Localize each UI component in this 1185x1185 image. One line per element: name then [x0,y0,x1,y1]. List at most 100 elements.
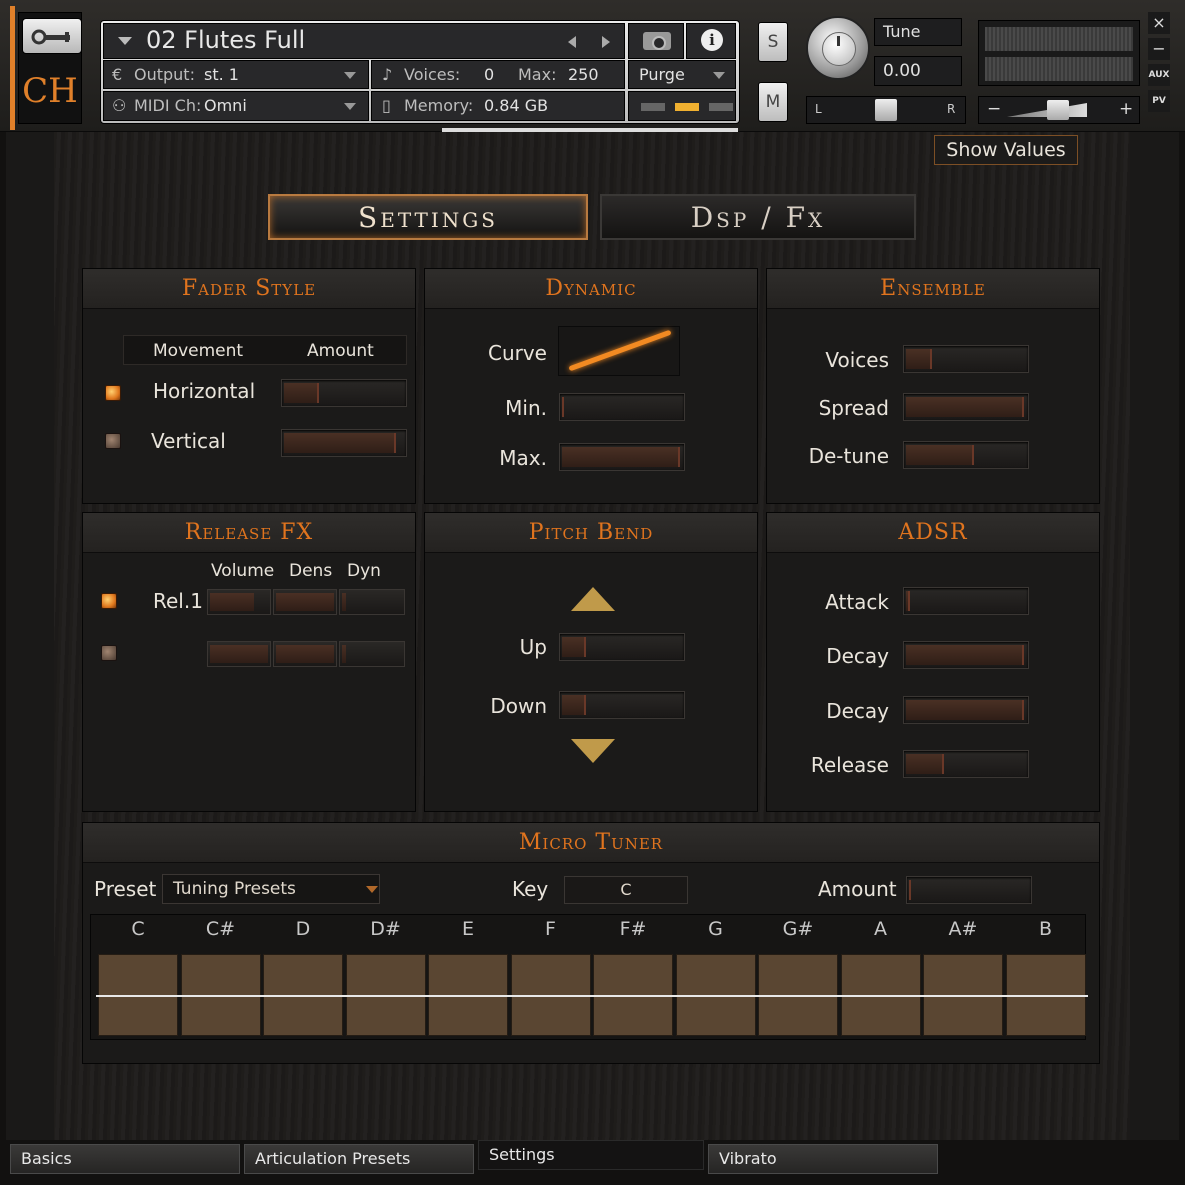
mute-button[interactable]: M [758,82,788,122]
tab-articulation-presets[interactable]: Articulation Presets [244,1144,474,1174]
horizontal-toggle[interactable] [105,385,121,401]
attack-slider[interactable] [903,587,1029,615]
release-slider[interactable] [903,750,1029,778]
key-selector[interactable]: C [564,876,688,904]
dens-column-label: Dens [289,561,333,581]
release-2-dyn-slider[interactable] [339,641,405,667]
ensemble-voices-slider[interactable] [903,345,1029,373]
vertical-toggle[interactable] [105,433,121,449]
pan-slider[interactable]: L R [806,96,966,124]
output-label: Output: [134,65,195,84]
next-instrument-icon[interactable] [602,36,610,48]
voices-display: ♪ Voices: 0 Max: 250 [371,60,625,89]
close-button[interactable]: × [1148,12,1170,34]
vertical-label: Vertical [151,429,226,453]
release-label: Release [810,753,889,777]
release-2-dens-slider[interactable] [273,641,337,667]
minimize-button[interactable]: − [1148,38,1170,60]
horizontal-amount-slider[interactable] [281,379,407,407]
tab-vibrato[interactable]: Vibrato [708,1144,938,1174]
release-2-toggle[interactable] [101,645,117,661]
note-label: G# [782,918,814,940]
slider-fill [906,349,932,369]
decay-slider[interactable] [903,641,1029,669]
pitch-down-arrow-icon[interactable] [571,739,615,763]
purge-menu[interactable]: Purge [628,60,736,89]
chevron-down-icon[interactable] [344,103,356,110]
detune-label: De-tune [808,444,889,468]
tuning-preset-dropdown[interactable]: Tuning Presets [162,874,380,904]
release-1-label: Rel.1 [153,589,203,613]
dynamic-max-slider[interactable] [559,443,685,471]
instrument-header: CH 02 Flutes Full i € Output: st. 1 ⚇ MI… [0,0,1185,132]
solo-button[interactable]: S [758,22,788,62]
note-label: C [131,918,145,940]
release-1-dyn-slider[interactable] [339,589,405,615]
slider-fill [562,397,564,417]
pv-button[interactable]: PV [1148,90,1170,112]
release-1-toggle[interactable] [101,593,117,609]
pan-right-label: R [947,102,956,116]
micro-tuner-amount-slider[interactable] [906,876,1032,904]
spread-label: Spread [818,396,889,420]
volume-slider[interactable]: − + [978,96,1140,124]
ensemble-spread-slider[interactable] [903,393,1029,421]
midi-label: MIDI Ch: [134,96,202,115]
decay-2-label: Decay [826,699,889,723]
slider-fill [276,645,334,663]
output-value: st. 1 [204,65,239,84]
voices-icon: ♪ [382,65,393,84]
max-voices-value[interactable]: 250 [568,65,599,84]
amount-label: Amount [818,877,897,901]
vertical-amount-slider[interactable] [281,429,407,457]
release-1-dens-slider[interactable] [273,589,337,615]
chevron-down-icon[interactable] [344,72,356,79]
release-2-volume-slider[interactable] [207,641,271,667]
panel-title: Fader Style [181,276,317,301]
output-selector[interactable]: € Output: st. 1 [103,60,369,89]
aux-button[interactable]: AUX [1148,64,1170,86]
up-label: Up [519,635,547,659]
pitch-up-arrow-icon[interactable] [571,587,615,611]
panel-header: Ensemble [767,269,1099,309]
show-values-button[interactable]: Show Values [934,135,1078,165]
tab-settings-bottom[interactable]: Settings [478,1140,704,1170]
brand-logo: CH [22,71,78,111]
indicator-light [675,103,699,111]
prev-instrument-icon[interactable] [568,36,576,48]
release-1-volume-slider[interactable] [207,589,271,615]
indicator-light [641,103,665,111]
note-label: C# [205,918,236,940]
tab-basics[interactable]: Basics [10,1144,240,1174]
chevron-down-icon[interactable] [713,72,725,79]
panel-title: Dynamic [545,276,637,301]
chevron-down-icon[interactable] [366,886,378,893]
tune-value-box[interactable]: 0.00 [874,56,962,86]
edit-instrument-button[interactable] [22,18,82,54]
dynamic-min-slider[interactable] [559,393,685,421]
tune-value[interactable]: 0.00 [883,61,921,81]
pan-handle[interactable] [875,99,897,121]
chevron-down-icon[interactable] [118,37,132,45]
midi-channel-selector[interactable]: ⚇ MIDI Ch: Omni [103,91,369,121]
note-label: E [461,918,474,940]
tab-dsp-fx[interactable]: Dsp / Fx [600,194,916,240]
camera-icon [643,32,671,50]
slider-fill [906,591,910,611]
panel-title: Release FX [184,520,314,545]
slider-fill [562,637,586,657]
pan-left-label: L [815,102,822,116]
snapshot-button[interactable] [628,23,684,59]
curve-label: Curve [487,341,547,365]
pitch-up-slider[interactable] [559,633,685,661]
pitch-down-slider[interactable] [559,691,685,719]
volume-handle[interactable] [1047,100,1069,120]
instrument-title-box[interactable]: 02 Flutes Full [103,23,625,59]
decay-2-slider[interactable] [903,696,1029,724]
tab-settings[interactable]: Settings [268,194,588,240]
info-button[interactable]: i [686,23,736,59]
memory-display: ▯ Memory: 0.84 GB [371,91,625,121]
instrument-name[interactable]: 02 Flutes Full [146,26,305,54]
panel-header: Dynamic [425,269,757,309]
ensemble-detune-slider[interactable] [903,441,1029,469]
